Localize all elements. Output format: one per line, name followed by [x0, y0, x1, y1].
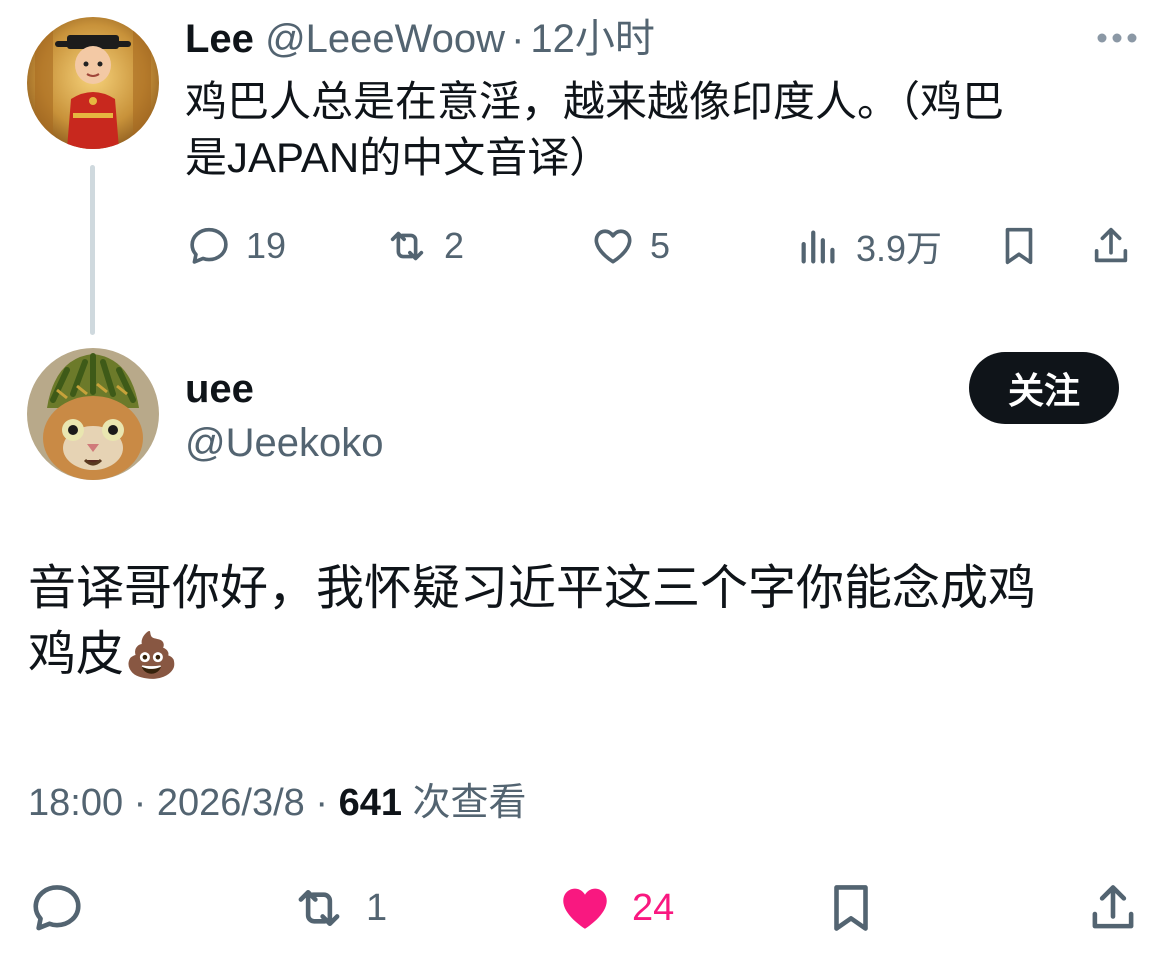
avatar-official-image [27, 17, 159, 149]
parent-like-button[interactable]: 5 [590, 222, 670, 270]
more-icon[interactable] [1094, 28, 1140, 48]
parent-author-handle[interactable]: @LeeeWoow [265, 17, 505, 61]
meta-time[interactable]: 18:00 [28, 782, 123, 824]
reply-icon [190, 227, 228, 264]
main-text-line-1: 音译哥你好，我怀疑习近平这三个字你能念成鸡 [28, 562, 1037, 615]
follow-button[interactable]: 关注 [969, 352, 1119, 424]
tweet-meta: 18:00 · 2026/3/8 · 641 次查看 [28, 778, 527, 828]
parent-text-line-1: 鸡巴人总是在意淫，越来越像印度人。（鸡巴 [185, 78, 1005, 125]
parent-author-avatar[interactable] [27, 17, 159, 149]
meta-separator: · [315, 782, 329, 824]
avatar-cat-pineapple-image [27, 348, 159, 480]
parent-tweet-header: Lee @LeeeWoow · 12小时 [185, 14, 655, 64]
main-repost-count: 1 [366, 886, 388, 929]
parent-tweet-text: 鸡巴人总是在意淫，越来越像印度人。（鸡巴 是JAPAN的中文音译） [185, 74, 1115, 186]
repost-icon [390, 231, 424, 261]
parent-reply-button[interactable]: 19 [186, 222, 286, 270]
main-bookmark-button[interactable] [822, 878, 880, 938]
parent-views-button[interactable]: 3.9万 [796, 222, 942, 270]
meta-date[interactable]: 2026/3/8 [157, 782, 305, 824]
main-repost-button[interactable]: 1 [290, 878, 387, 938]
reply-icon [33, 885, 81, 931]
views-count[interactable]: 641 [339, 782, 402, 824]
meta-separator: · [133, 782, 147, 824]
main-like-button[interactable]: 24 [556, 878, 674, 938]
main-like-count: 24 [632, 886, 675, 929]
main-author-name[interactable]: uee [185, 364, 254, 414]
repost-icon [298, 889, 340, 927]
main-text-line-2: 鸡皮 [28, 628, 125, 681]
main-tweet-text: 音译哥你好，我怀疑习近平这三个字你能念成鸡 鸡皮💩 [28, 556, 1138, 689]
main-reply-button[interactable] [28, 878, 86, 938]
main-text-line-2-wrap: 鸡皮💩 [28, 622, 1138, 689]
parent-views-count: 3.9万 [856, 228, 943, 269]
main-share-button[interactable] [1084, 878, 1142, 938]
parent-author-name[interactable]: Lee [185, 17, 254, 61]
main-author-avatar[interactable] [27, 348, 159, 480]
parent-action-bar: 19 2 5 3.9万 [0, 222, 1170, 270]
share-icon [1094, 227, 1128, 263]
heart-filled-icon [563, 888, 607, 929]
parent-repost-count: 2 [444, 225, 465, 266]
views-label[interactable]: 次查看 [413, 782, 527, 824]
main-action-bar: 1 24 [0, 878, 1170, 938]
share-icon [1092, 885, 1134, 929]
main-author-handle[interactable]: @Ueekoko [185, 418, 383, 468]
parent-text-line-2: 是JAPAN的中文音译） [185, 134, 612, 181]
header-separator: · [511, 17, 525, 61]
poop-emoji: 💩 [124, 631, 179, 680]
parent-repost-button[interactable]: 2 [384, 222, 464, 270]
parent-tweet-time[interactable]: 12小时 [530, 17, 655, 61]
parent-reply-count: 19 [246, 225, 287, 266]
parent-bookmark-button[interactable] [996, 222, 1042, 270]
parent-like-count: 5 [650, 225, 671, 266]
views-icon [801, 230, 835, 264]
bookmark-icon [834, 885, 868, 931]
bookmark-icon [1005, 227, 1033, 265]
like-icon [594, 229, 632, 264]
parent-share-button[interactable] [1088, 222, 1134, 270]
